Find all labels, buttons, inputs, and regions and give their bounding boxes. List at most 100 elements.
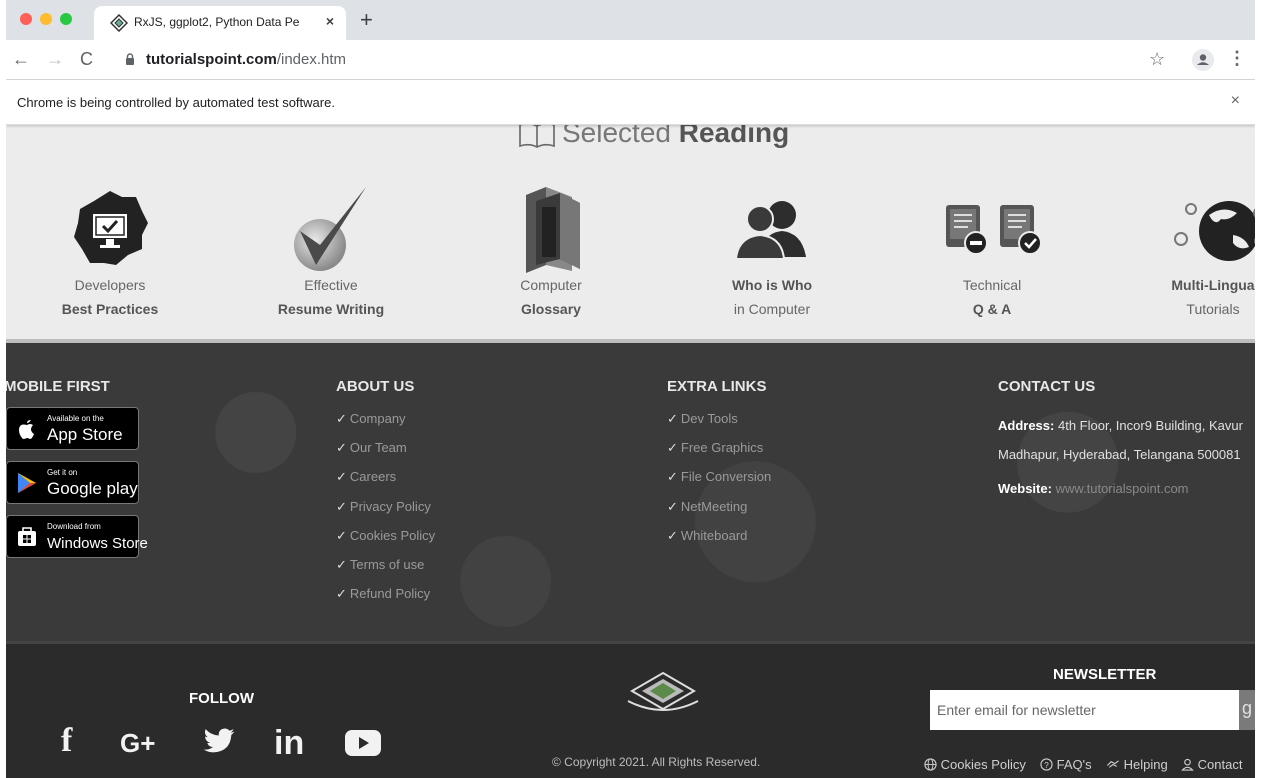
globe-icon — [1174, 201, 1255, 261]
contact-address-line2: Madhapur, Hyderabad, Telangana 500081 — [998, 447, 1241, 462]
back-icon[interactable]: ← — [12, 49, 30, 70]
store-small-text: Available on the — [47, 414, 104, 423]
tutorialspoint-logo-icon[interactable] — [626, 671, 700, 713]
contact-us-heading: CONTACT US — [998, 378, 1096, 395]
sr-line2: in Computer — [733, 301, 811, 317]
extra-links-list: ✓ Dev Tools ✓ Free Graphics ✓ File Conversi… — [667, 411, 771, 557]
bottom-link-cookies-policy[interactable]: Cookies Policy — [924, 757, 1026, 772]
footer-link-careers[interactable]: ✓ Careers — [336, 469, 435, 498]
youtube-icon[interactable] — [345, 730, 381, 756]
reload-icon[interactable]: C — [80, 49, 93, 70]
newsletter-submit-button[interactable]: g — [1239, 690, 1255, 730]
follow-heading: FOLLOW — [189, 690, 254, 707]
checkmark-icon — [294, 187, 366, 271]
reading-word: Reading — [678, 125, 790, 148]
footer-link-our-team[interactable]: ✓ Our Team — [336, 440, 435, 469]
user-outline-icon — [1181, 758, 1194, 771]
check-icon: ✓ — [336, 527, 347, 543]
about-us-list: ✓ Company ✓ Our Team ✓ Careers ✓ Privacy Pol… — [336, 411, 435, 615]
footer-link-dev-tools[interactable]: ✓ Dev Tools — [667, 411, 771, 440]
store-big-text: Windows Store — [47, 535, 148, 552]
monitor-gear-icon — [74, 191, 148, 265]
selected-reading-title: Selected Reading — [518, 125, 789, 149]
footer-link-netmeeting[interactable]: ✓ NetMeeting — [667, 499, 771, 528]
google-plus-icon[interactable]: G+ — [120, 728, 155, 759]
browser-menu-icon[interactable]: ⋮ — [1228, 48, 1246, 69]
sr-line2: Glossary — [521, 301, 581, 317]
check-icon: ✓ — [667, 469, 678, 485]
check-icon: ✓ — [336, 586, 347, 602]
bookmark-star-icon[interactable]: ☆ — [1149, 49, 1165, 70]
sr-line2: Q & A — [972, 301, 1012, 317]
footer-link-terms-of-use[interactable]: ✓ Terms of use — [336, 557, 435, 586]
address-bar[interactable]: tutorialspoint.com/index.htm — [146, 51, 346, 68]
new-tab-button[interactable]: + — [360, 7, 373, 33]
check-icon: ✓ — [667, 440, 678, 456]
footer-link-company[interactable]: ✓ Company — [336, 411, 435, 440]
check-icon: ✓ — [667, 527, 678, 543]
browser-window: RxJS, ggplot2, Python Data Pe × + ← → C … — [6, 0, 1255, 778]
newsletter-heading: NEWSLETTER — [1053, 666, 1157, 683]
footer-link-whiteboard[interactable]: ✓ Whiteboard — [667, 528, 771, 557]
store-small-text: Download from — [47, 522, 101, 531]
footer-link-privacy-policy[interactable]: ✓ Privacy Policy — [336, 499, 435, 528]
extra-links-heading: EXTRA LINKS — [667, 378, 767, 395]
check-icon: ✓ — [336, 498, 347, 514]
google-play-button[interactable]: Get it on Google play — [6, 461, 139, 504]
selected-word: Selected — [562, 125, 671, 148]
sr-line1: Who is Who — [731, 277, 813, 293]
check-icon: ✓ — [336, 556, 347, 572]
app-store-button[interactable]: Available on the App Store — [6, 407, 139, 450]
forward-icon[interactable]: → — [46, 49, 64, 70]
linkedin-icon[interactable]: in — [274, 724, 304, 763]
question-circle-icon: ? — [1040, 758, 1053, 771]
website-link[interactable]: www.tutorialspoint.com — [1056, 481, 1189, 496]
maximize-window-button[interactable] — [60, 13, 72, 25]
url-host: tutorialspoint.com — [146, 51, 277, 68]
tab-title: RxJS, ggplot2, Python Data Pe — [134, 15, 300, 29]
sr-item-whoiswho[interactable]: Who is Who in Computer — [672, 183, 872, 317]
bottom-link-faqs[interactable]: ? FAQ's — [1040, 757, 1092, 772]
contact-address-line1: Address: 4th Floor, Incor9 Building, Kav… — [998, 418, 1243, 433]
handshake-icon — [1107, 760, 1119, 768]
browser-tab[interactable]: RxJS, ggplot2, Python Data Pe × — [94, 6, 346, 40]
sr-line2: Resume Writing — [277, 301, 385, 317]
check-icon: ✓ — [336, 469, 347, 485]
tutorialspoint-favicon-icon — [110, 14, 128, 32]
sr-item-technical[interactable]: Technical Q & A — [892, 183, 1092, 317]
footer-link-refund-policy[interactable]: ✓ Refund Policy — [336, 586, 435, 615]
contact-website: Website: www.tutorialspoint.com — [998, 481, 1189, 496]
footer-link-cookies-policy[interactable]: ✓ Cookies Policy — [336, 528, 435, 557]
twitter-icon[interactable] — [202, 728, 236, 756]
bottom-bar: FOLLOW f G+ in © Copyright 2021. All Rig… — [6, 641, 1255, 778]
sr-item-multilingual[interactable]: Multi-Lingua Tutorials — [1113, 183, 1255, 317]
check-icon: ✓ — [667, 411, 678, 426]
automation-infobar: Chrome is being controlled by automated … — [6, 80, 1255, 125]
google-play-icon — [18, 473, 36, 493]
sr-line1: Computer — [520, 277, 582, 293]
lock-icon[interactable] — [125, 53, 135, 65]
browser-toolbar: ← → C tutorialspoint.com/index.htm ☆ ⋮ — [6, 40, 1255, 80]
minimize-window-button[interactable] — [40, 13, 52, 25]
newsletter-email-input[interactable] — [930, 690, 1239, 730]
documents-icon — [946, 205, 1042, 255]
sr-item-developers[interactable]: Developers Best Practices — [10, 183, 210, 317]
windows-icon — [18, 527, 36, 546]
url-path: /index.htm — [276, 51, 347, 68]
sr-item-glossary[interactable]: Computer Glossary — [451, 183, 651, 317]
tab-close-icon[interactable]: × — [326, 13, 334, 29]
profile-avatar-icon[interactable] — [1192, 49, 1214, 71]
tab-strip: RxJS, ggplot2, Python Data Pe × + — [6, 0, 1255, 40]
bottom-link-contact[interactable]: Contact — [1181, 757, 1242, 772]
windows-store-button[interactable]: Download from Windows Store — [6, 515, 148, 558]
bottom-link-helping[interactable]: Helping — [1106, 757, 1168, 772]
infobar-close-icon[interactable]: × — [1231, 92, 1240, 110]
close-window-button[interactable] — [20, 13, 32, 25]
sr-line2: Tutorials — [1186, 301, 1240, 317]
store-small-text: Get it on — [47, 468, 78, 477]
sr-line1: Multi-Lingua — [1171, 277, 1255, 293]
footer-link-file-conversion[interactable]: ✓ File Conversion — [667, 469, 771, 498]
sr-item-resume[interactable]: Effective Resume Writing — [231, 183, 431, 317]
facebook-icon[interactable]: f — [61, 722, 72, 760]
footer-link-free-graphics[interactable]: ✓ Free Graphics — [667, 440, 771, 469]
